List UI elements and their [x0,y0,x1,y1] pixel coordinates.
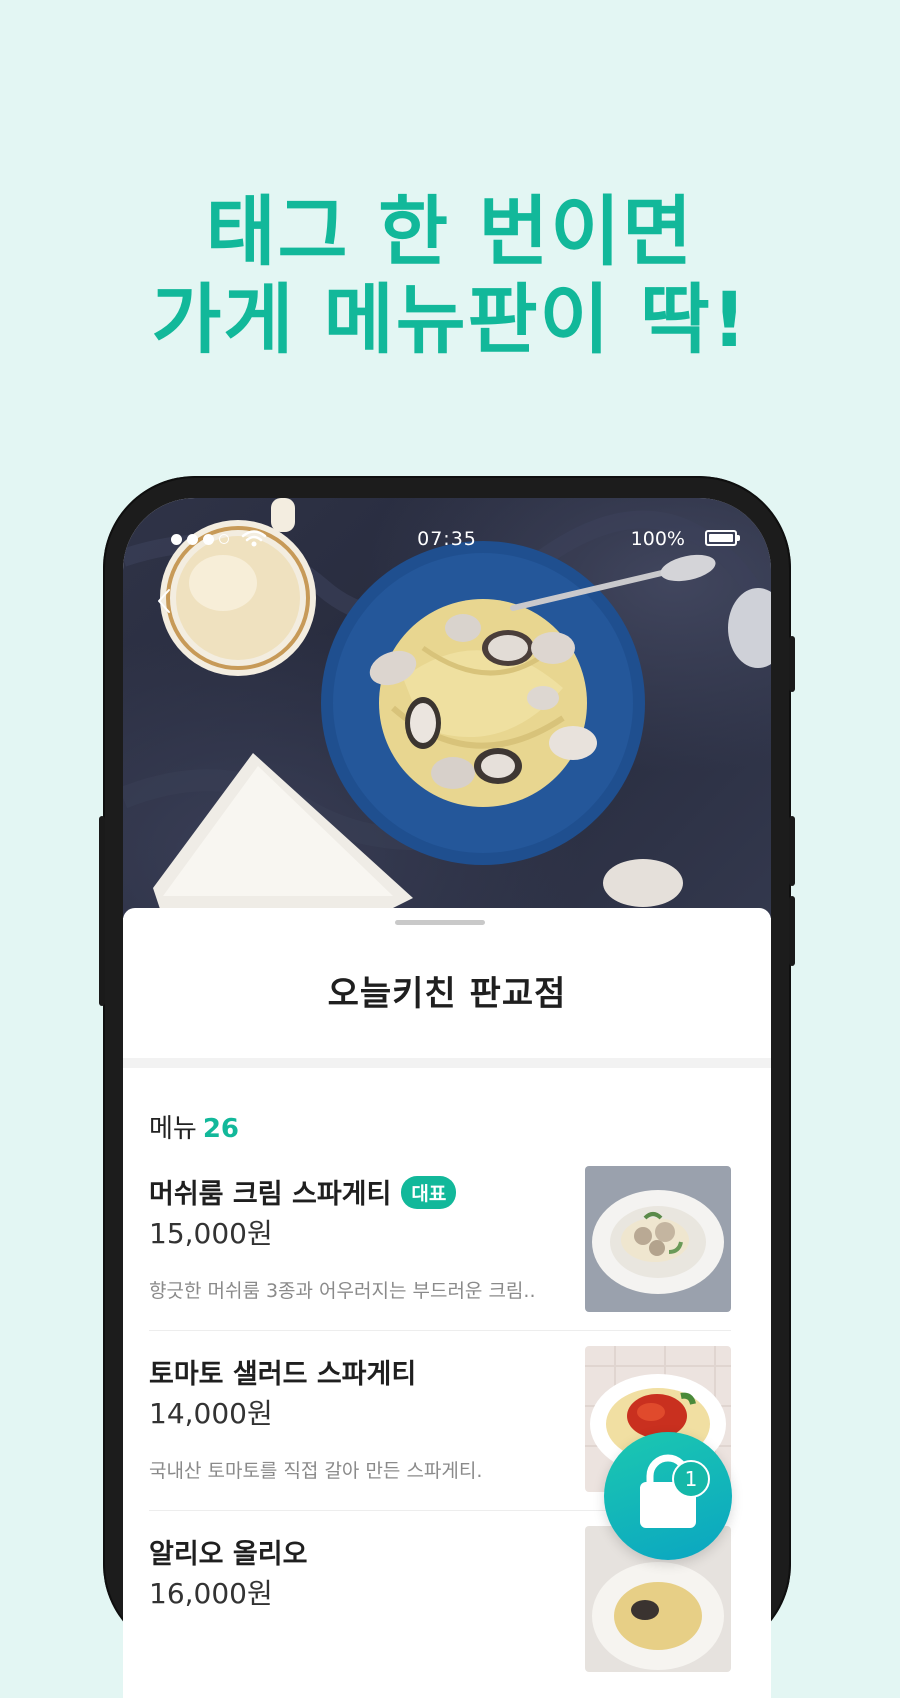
pasta-photo-illustration [123,498,771,918]
back-chevron-icon[interactable] [149,586,179,616]
battery-icon [705,530,740,546]
sheet-grabber[interactable] [395,920,485,925]
menu-item-price: 14,000원 [149,1397,273,1430]
store-name: 오늘키친 판교점 [327,974,567,1014]
menu-item-name: 머쉬룸 크림 스파게티 [149,1179,392,1210]
headline-line-1: 태그 한 번이면 [205,187,695,276]
battery-percent: 100% [630,528,685,550]
phone-side-button [99,816,105,1006]
menu-item-description: 국내산 토마토를 직접 갈아 만든 스파게티. [149,1460,483,1482]
menu-item-price: 15,000원 [149,1217,273,1250]
phone-side-button [789,636,795,692]
headline-line-2: 가게 메뉴판이 딱! [151,275,749,364]
menu-item-name-row: 머쉬룸 크림 스파게티 대표 [149,1172,457,1211]
promo-headline: 태그 한 번이면 가게 메뉴판이 딱! [0,188,900,364]
cart-button[interactable]: 1 [604,1432,732,1560]
menu-item-price: 16,000원 [149,1577,273,1610]
menu-item-description: 향긋한 머쉬룸 3종과 어우러지는 부드러운 크림.. [149,1280,536,1302]
section-divider [123,1058,771,1068]
menu-header: 메뉴 26 [149,1108,239,1145]
status-bar: 07:35 100% [123,526,771,556]
cart-count-badge: 1 [672,1460,710,1498]
menu-item-name: 알리오 올리오 [149,1539,308,1570]
menu-item[interactable]: 머쉬룸 크림 스파게티 대표 15,000원 향긋한 머쉬룸 3종과 어우러지는 … [149,1166,731,1331]
menu-item-name: 토마토 샐러드 스파게티 [149,1359,417,1390]
hero-food-photo: 07:35 100% [123,498,771,918]
signature-badge: 대표 [401,1176,457,1209]
phone-side-button [789,816,795,886]
menu-item-thumbnail [585,1166,731,1312]
menu-count: 26 [202,1114,240,1144]
shopping-bag-icon [640,1454,696,1528]
menu-label: 메뉴 [149,1114,197,1144]
phone-side-button [789,896,795,966]
store-detail-sheet: 오늘키친 판교점 메뉴 26 머쉬룸 크림 스파게티 대표 15,000원 향긋한 … [123,908,771,1698]
